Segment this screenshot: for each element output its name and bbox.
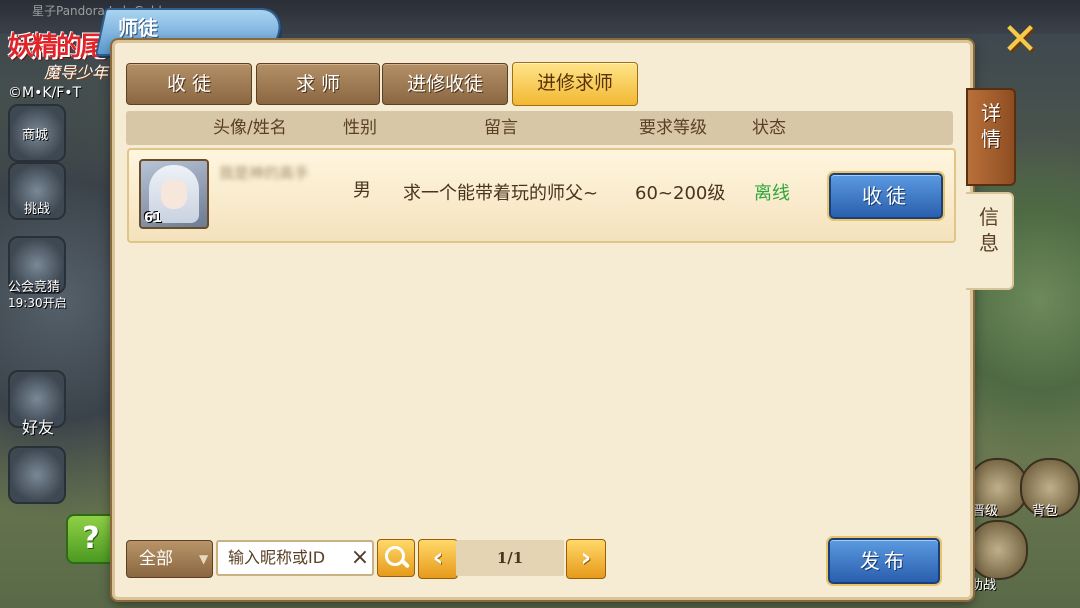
tab-seek-master[interactable]: 求 师: [256, 63, 380, 105]
player-name: 我是神的高手: [219, 164, 310, 182]
side-tab-detail-label: 详 情: [981, 101, 1001, 151]
prev-page-button[interactable]: ‹: [418, 539, 458, 579]
filter-label: 全部: [139, 549, 173, 569]
avatar-level: 61: [144, 211, 163, 226]
search-button[interactable]: [377, 539, 415, 577]
tab-advanced-seek-master[interactable]: 进修求师: [512, 62, 638, 106]
avatar[interactable]: 61: [139, 159, 209, 229]
side-tab-info[interactable]: 信 息: [966, 192, 1014, 290]
backpack-label: 背包: [1032, 504, 1059, 519]
tab-advanced-recruit[interactable]: 进修收徒: [382, 63, 508, 105]
dialog-title: 师徒: [118, 16, 158, 40]
publish-button[interactable]: 发布: [828, 538, 940, 584]
side-tab-info-label: 信 息: [979, 205, 999, 255]
player-status: 离线: [754, 183, 790, 204]
chevron-down-icon: ▼: [199, 552, 209, 566]
logo-copyright: ©M•K/F•T: [8, 85, 82, 101]
assist-label: 助战: [970, 578, 997, 593]
page-indicator: 1/1: [456, 540, 564, 576]
player-required-level: 60~200级: [635, 183, 726, 204]
tab-recruit-apprentice[interactable]: 收 徒: [126, 63, 252, 105]
filter-dropdown[interactable]: 全部 ▼: [126, 540, 213, 578]
column-status: 状态: [752, 118, 786, 138]
side-tab-detail[interactable]: 详 情: [966, 88, 1016, 186]
chat-icon[interactable]: [8, 446, 66, 504]
help-button[interactable]: ?: [66, 514, 116, 564]
avatar-face: [161, 179, 187, 209]
close-icon[interactable]: ✕: [998, 18, 1042, 62]
table-header: 头像/姓名 性别 留言 要求等级 状态: [126, 111, 953, 145]
table-row[interactable]: 61 我是神的高手 男 求一个能带着玩的师父~ 60~200级 离线 收徒: [127, 148, 956, 243]
player-gender: 男: [353, 180, 371, 201]
player-message: 求一个能带着玩的师父~: [403, 183, 599, 204]
assist-icon[interactable]: [968, 520, 1028, 580]
search-icon-handle: [400, 559, 411, 569]
guild-quiz-time: 19:30开启: [8, 296, 67, 310]
friends-label: 好友: [22, 418, 55, 437]
next-page-button[interactable]: ›: [566, 539, 606, 579]
guild-quiz-label: 公会竞猜: [8, 280, 61, 295]
column-gender: 性别: [343, 118, 377, 138]
column-message: 留言: [484, 118, 518, 138]
column-avatar-name: 头像/姓名: [213, 118, 287, 138]
challenge-label: 挑战: [24, 202, 51, 217]
promote-label: 晋级: [972, 504, 999, 519]
accept-apprentice-button[interactable]: 收徒: [829, 173, 943, 219]
clear-icon[interactable]: ×: [348, 540, 372, 576]
shop-label: 商城: [22, 128, 49, 143]
column-required-level: 要求等级: [639, 118, 707, 138]
